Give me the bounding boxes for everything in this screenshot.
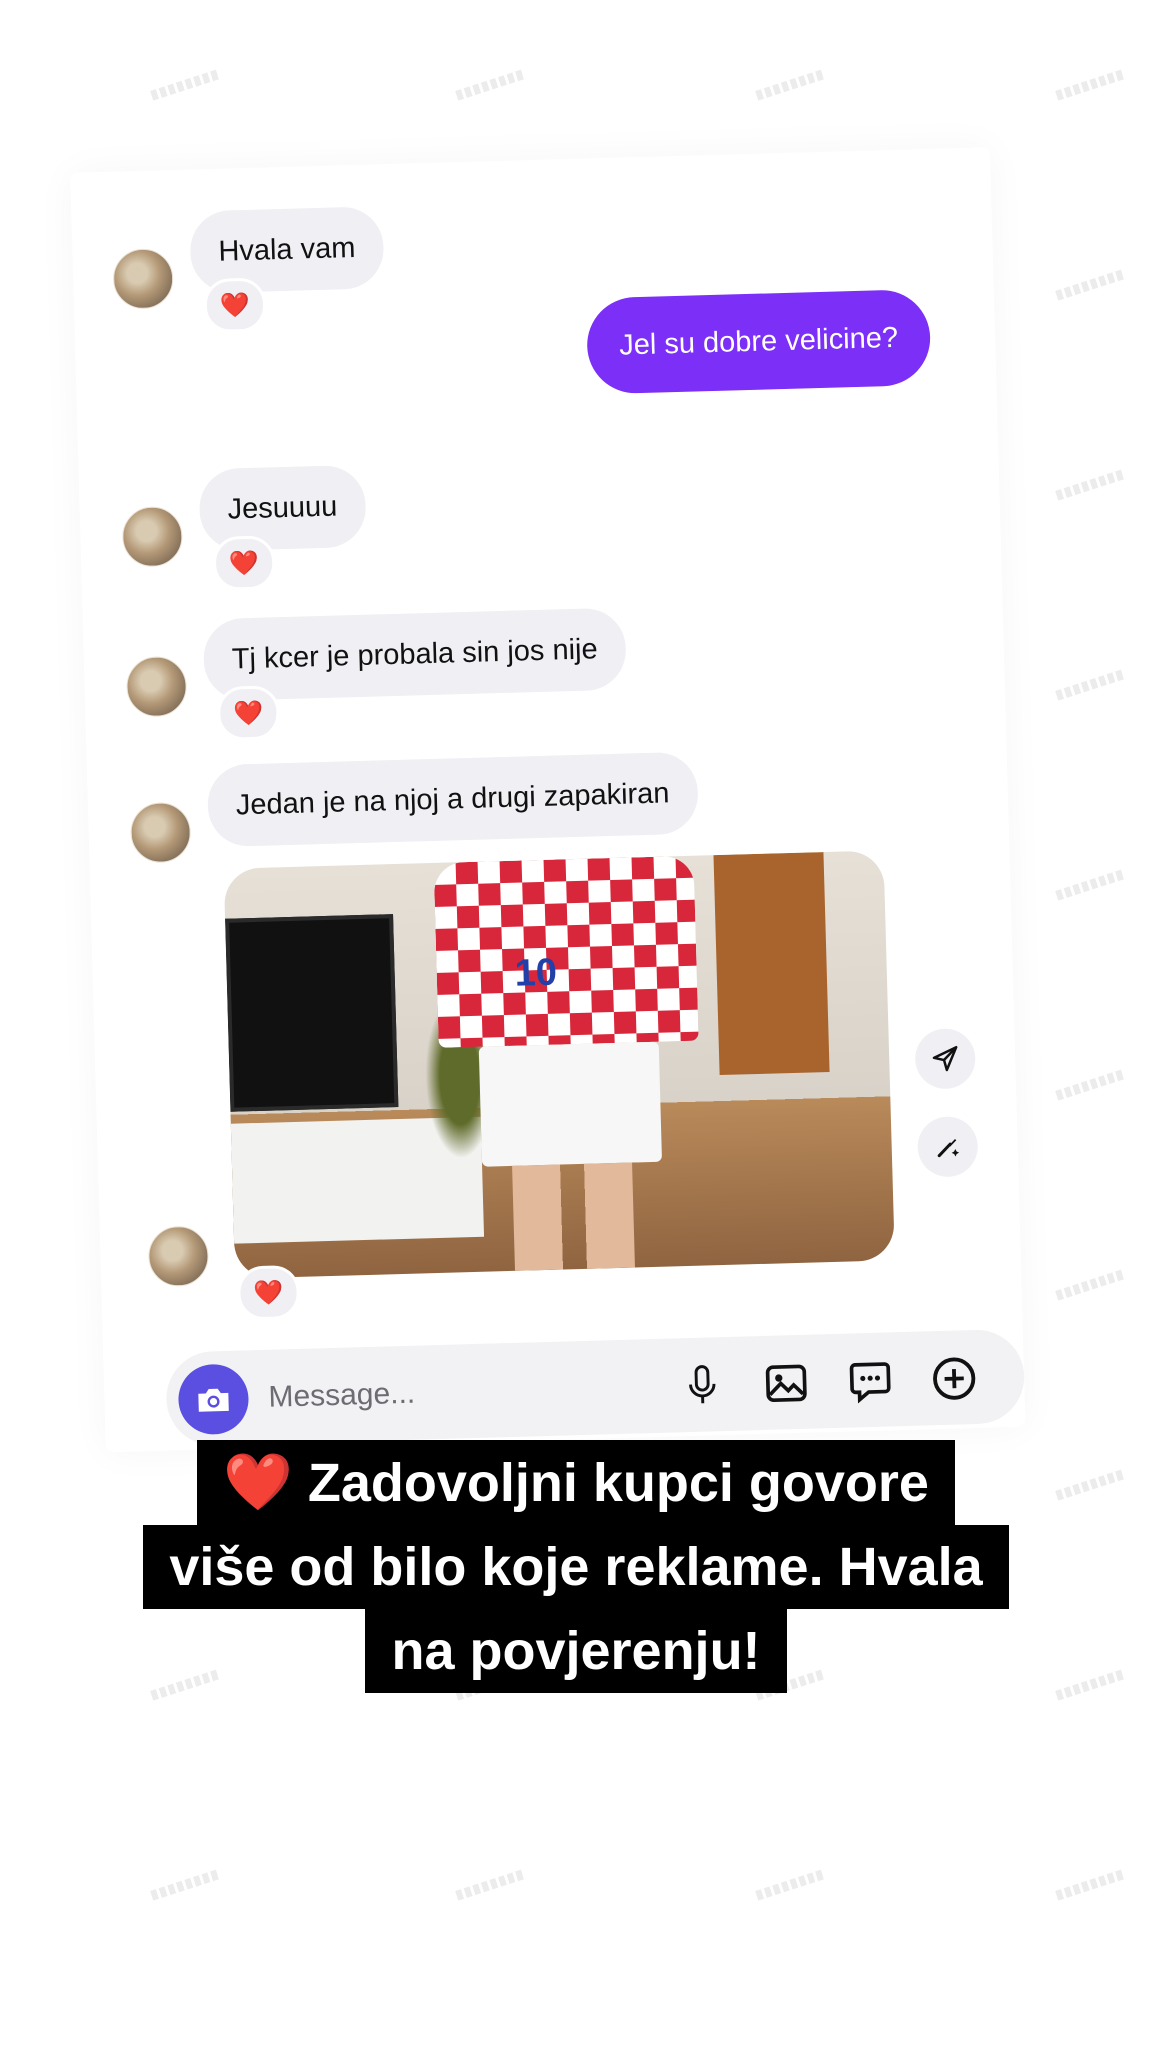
- watermark: [1055, 1869, 1125, 1901]
- sticker-button[interactable]: [841, 1352, 899, 1410]
- incoming-message[interactable]: Jesuuuu: [198, 464, 367, 552]
- microphone-button[interactable]: [674, 1357, 732, 1415]
- watermark: [1055, 1269, 1125, 1301]
- chat-screenshot: Hvala vam ❤️ Jel su dobre velicine? Jesu…: [70, 147, 1026, 1453]
- watermark: [1055, 69, 1125, 101]
- heart-reaction[interactable]: ❤️: [212, 535, 276, 591]
- message-composer: [165, 1328, 1026, 1447]
- watermark: [150, 1869, 220, 1901]
- add-button[interactable]: [925, 1350, 983, 1408]
- caption-text: više od bilo koje reklame. Hvala: [169, 1537, 983, 1597]
- incoming-message[interactable]: Tj kcer je probala sin jos nije: [202, 607, 627, 702]
- paper-plane-icon: [932, 1045, 958, 1072]
- heart-reaction[interactable]: ❤️: [203, 277, 267, 334]
- watermark: [1055, 269, 1125, 301]
- message-text: Hvala vam: [217, 231, 356, 268]
- avatar[interactable]: [147, 1225, 210, 1288]
- gallery-button[interactable]: [757, 1355, 815, 1413]
- edit-photo-button[interactable]: [916, 1115, 979, 1178]
- avatar[interactable]: [112, 248, 174, 310]
- avatar[interactable]: [121, 505, 184, 568]
- caption-line: više od bilo koje reklame. Hvala: [143, 1525, 1009, 1609]
- heart-reaction[interactable]: ❤️: [236, 1264, 301, 1321]
- message-text: Jel su dobre velicine?: [618, 321, 899, 362]
- heart-icon: ❤️: [233, 699, 264, 727]
- watermark: [150, 69, 220, 101]
- message-text: Jesuuuu: [227, 490, 338, 526]
- legs: [512, 1162, 635, 1271]
- white-shorts: [478, 1041, 663, 1167]
- heart-icon: ❤️: [219, 291, 251, 320]
- watermark: [1055, 669, 1125, 701]
- tv: [225, 914, 399, 1112]
- incoming-message[interactable]: Jedan je na njoj a drugi zapakiran: [206, 751, 699, 848]
- heart-icon: ❤️: [228, 549, 260, 578]
- avatar[interactable]: [129, 801, 192, 864]
- share-photo-button[interactable]: [914, 1027, 977, 1090]
- outgoing-message[interactable]: Jel su dobre velicine?: [585, 288, 932, 395]
- caption-text: Zadovoljni kupci govore: [307, 1453, 929, 1513]
- message-input[interactable]: [265, 1363, 651, 1422]
- watermark: [455, 1869, 525, 1901]
- watermark: [1055, 1069, 1125, 1101]
- jersey-number: 10: [514, 951, 558, 995]
- caption-text: na povjerenju!: [391, 1621, 761, 1681]
- person-in-jersey: 10: [433, 855, 705, 1273]
- caption-line: ❤️ Zadovoljni kupci govore: [197, 1440, 955, 1525]
- camera-icon: [198, 1388, 229, 1412]
- image-icon: [765, 1364, 807, 1403]
- caption: ❤️ Zadovoljni kupci govore više od bilo …: [0, 1440, 1152, 1693]
- watermark: [1055, 469, 1125, 501]
- camera-button[interactable]: [177, 1363, 250, 1436]
- watermark: [455, 69, 525, 101]
- checkered-jersey: 10: [433, 855, 699, 1048]
- avatar[interactable]: [125, 655, 188, 718]
- watermark: [1055, 869, 1125, 901]
- watermark: [755, 69, 825, 101]
- heart-reaction[interactable]: ❤️: [216, 685, 281, 741]
- brush-sparkle-icon: [937, 1139, 960, 1158]
- microphone-icon: [689, 1365, 716, 1404]
- caption-line: na povjerenju!: [365, 1609, 787, 1693]
- message-text: Jedan je na njoj a drugi zapakiran: [235, 776, 670, 821]
- heart-icon: ❤️: [253, 1278, 284, 1307]
- chat-dots-icon: [849, 1362, 891, 1404]
- plus-circle-icon: [933, 1357, 976, 1400]
- message-text: Tj kcer je probala sin jos nije: [231, 632, 599, 676]
- door: [713, 852, 830, 1076]
- photo-message[interactable]: 10: [223, 850, 895, 1279]
- heart-icon: ❤️: [223, 1450, 293, 1513]
- watermark: [755, 1869, 825, 1901]
